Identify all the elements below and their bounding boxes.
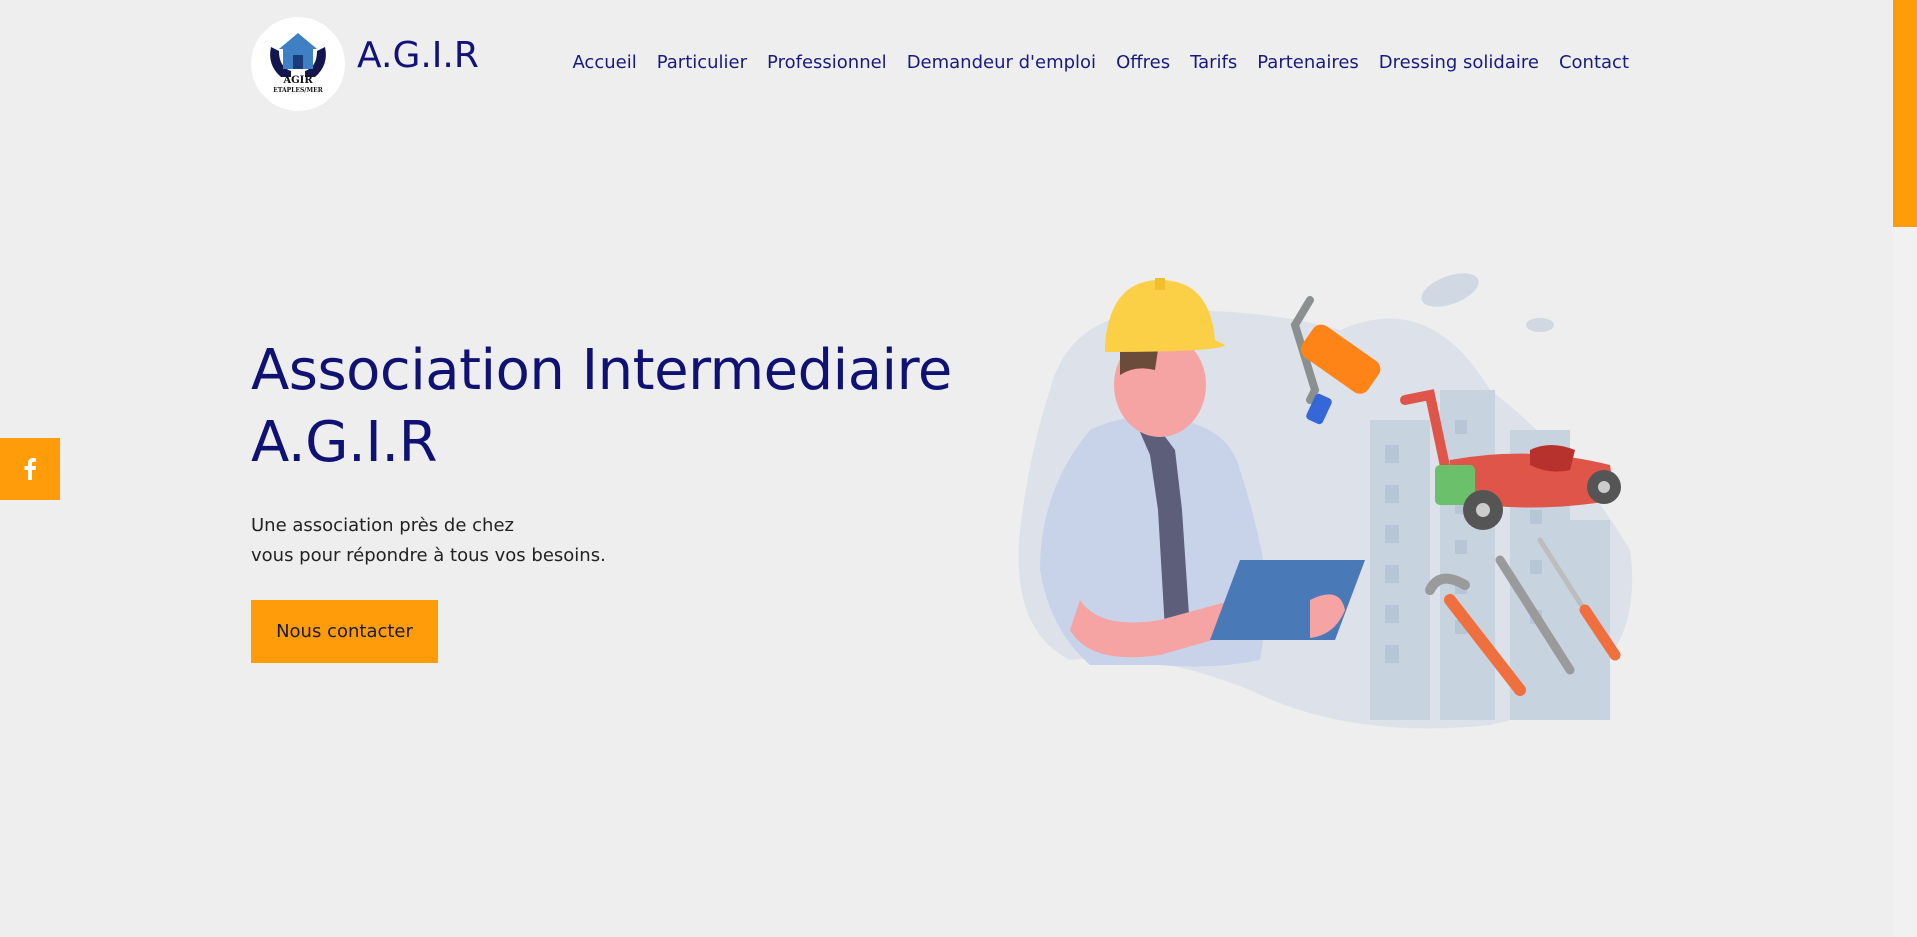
nav-item-particulier[interactable]: Particulier: [657, 52, 747, 74]
worker-illustration: [1018, 273, 1633, 729]
hero-description: Une association près de chez vous pour r…: [251, 511, 711, 571]
nav-item-tarifs[interactable]: Tarifs: [1190, 52, 1237, 74]
nav-item-dressing-solidaire[interactable]: Dressing solidaire: [1379, 52, 1539, 74]
nav-item-accueil[interactable]: Accueil: [572, 52, 636, 74]
nav-item-contact[interactable]: Contact: [1559, 52, 1629, 74]
contact-button[interactable]: Nous contacter: [251, 600, 438, 663]
scrollbar-thumb[interactable]: [1893, 0, 1917, 227]
brand-name[interactable]: A.G.I.R: [357, 38, 479, 74]
hero-title: Association Intermediaire A.G.I.R: [251, 335, 971, 479]
logo-text: AGIR: [283, 75, 313, 86]
house-hands-icon: [270, 33, 326, 77]
facebook-link[interactable]: [0, 438, 60, 500]
nav-item-professionnel[interactable]: Professionnel: [767, 52, 887, 74]
facebook-icon: [24, 458, 36, 480]
hero-title-line2: A.G.I.R: [251, 410, 438, 475]
hero-title-line1: Association Intermediaire: [251, 338, 952, 403]
nav-item-partenaires[interactable]: Partenaires: [1257, 52, 1359, 74]
nav-item-demandeur-emploi[interactable]: Demandeur d'emploi: [907, 52, 1096, 74]
site-logo[interactable]: AGIR ETAPLES/MER: [251, 17, 345, 111]
logo-subtext: ETAPLES/MER: [273, 87, 323, 94]
nav-item-offres[interactable]: Offres: [1116, 52, 1170, 74]
hero-text-line2: vous pour répondre à tous vos besoins.: [251, 545, 606, 566]
hero-text-line1: Une association près de chez: [251, 515, 514, 536]
main-nav: Accueil Particulier Professionnel Demand…: [572, 52, 1629, 74]
